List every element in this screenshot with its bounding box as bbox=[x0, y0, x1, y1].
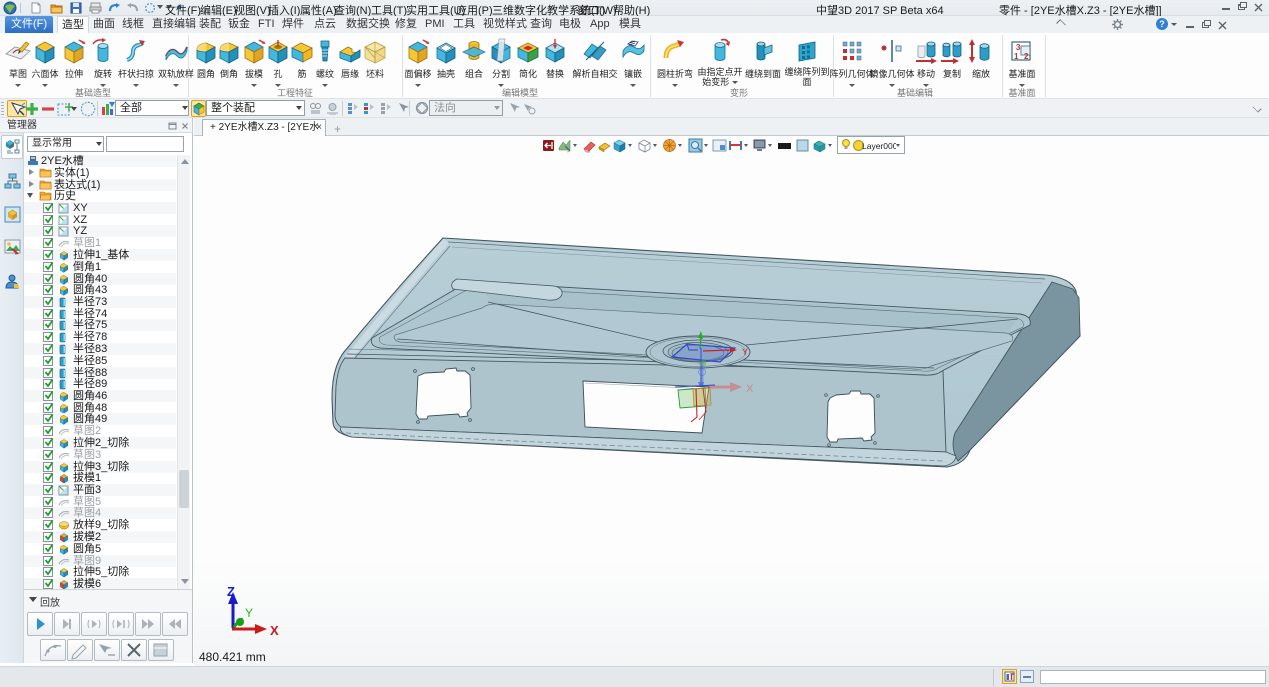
svg-text:X: X bbox=[746, 383, 754, 395]
svg-text:Y: Y bbox=[742, 347, 748, 357]
svg-text:X: X bbox=[270, 623, 279, 638]
svg-text:480.421 mm: 480.421 mm bbox=[199, 650, 266, 664]
svg-text:Y: Y bbox=[245, 606, 253, 620]
svg-text:Z: Z bbox=[227, 584, 235, 599]
